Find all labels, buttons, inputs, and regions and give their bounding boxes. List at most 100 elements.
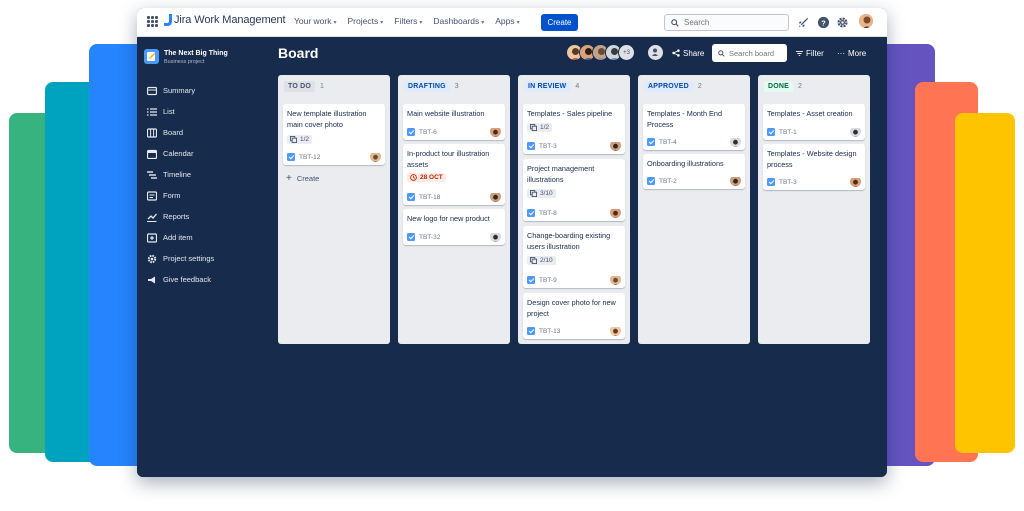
subtasks-icon [530, 190, 537, 197]
sidebar-item-list[interactable]: List [147, 101, 214, 122]
product-logo[interactable]: Jira Work Management [164, 14, 286, 26]
chevron-down-icon: ▾ [481, 20, 485, 26]
project-icon [144, 49, 159, 64]
nav-filters[interactable]: Filters ▾ [394, 16, 422, 26]
product-name: Jira Work Management [174, 14, 286, 26]
task-type-icon [407, 233, 415, 241]
issue-card[interactable]: Templates - Website design process TBT-3 [763, 144, 865, 190]
assignee-avatar[interactable] [850, 176, 861, 187]
assignee-avatar[interactable] [850, 126, 861, 137]
notifications-icon[interactable] [797, 16, 810, 29]
issue-card[interactable]: New logo for new product TBT-32 [403, 209, 505, 245]
issue-card[interactable]: Templates - Sales pipeline 1/2 TBT-3 [523, 104, 625, 154]
assignee-avatar[interactable] [610, 325, 621, 336]
share-button[interactable]: Share [672, 44, 704, 62]
card-title: Design cover photo for new project [527, 298, 616, 318]
issue-card[interactable]: In-product tour illustration assets 28 O… [403, 144, 505, 205]
issue-card[interactable]: Main website illustration TBT-6 [403, 104, 505, 140]
project-header[interactable]: The Next Big Thing Business project [144, 49, 228, 66]
task-type-icon [287, 153, 295, 161]
user-avatar[interactable] [858, 13, 874, 29]
sidebar-item-add-item[interactable]: Add item [147, 227, 214, 248]
issue-key: TBT-9 [539, 276, 557, 284]
issue-key: TBT-2 [659, 177, 677, 185]
sidebar-item-label: Form [163, 191, 181, 200]
issue-card[interactable]: New template illustration main cover pho… [283, 104, 385, 165]
subtasks-icon [530, 257, 537, 264]
sidebar-item-timeline[interactable]: Timeline [147, 164, 214, 185]
create-button[interactable]: Create [541, 14, 578, 31]
more-members-count[interactable]: +3 [618, 44, 635, 61]
user-photo-icon [610, 276, 621, 285]
assignee-avatar[interactable] [490, 126, 501, 137]
user-photo-icon [490, 233, 501, 242]
issue-key: TBT-8 [539, 209, 557, 217]
filter-button[interactable]: Filter [796, 44, 824, 62]
sidebar-item-give-feedback[interactable]: Give feedback [147, 269, 214, 290]
assignee-avatar[interactable] [370, 151, 381, 162]
task-type-icon [527, 209, 535, 217]
chevron-down-icon: ▾ [419, 20, 423, 26]
board-search-input[interactable] [729, 48, 784, 58]
assignee-avatar[interactable] [730, 175, 741, 186]
sidebar-item-summary[interactable]: Summary [147, 80, 214, 101]
nav-dashboards[interactable]: Dashboards ▾ [433, 16, 484, 26]
user-photo-icon [490, 193, 501, 202]
list-icon [147, 107, 157, 116]
chevron-down-icon: ▾ [516, 20, 520, 26]
sidebar-item-project-settings[interactable]: Project settings [147, 248, 214, 269]
help-icon[interactable]: ? [817, 16, 830, 29]
subtask-count: 1/2 [540, 124, 550, 131]
nav-apps[interactable]: Apps ▾ [495, 16, 519, 26]
issue-card[interactable]: Change-boarding existing users illustrat… [523, 226, 625, 288]
issue-key: TBT-3 [779, 178, 797, 186]
board-icon [147, 127, 157, 138]
app-switcher-icon[interactable] [147, 16, 158, 27]
assignee-avatar[interactable] [610, 274, 621, 285]
subtask-count: 3/10 [540, 190, 553, 197]
due-date-badge: 28 OCT [407, 173, 446, 182]
nav-your-work[interactable]: Your work ▾ [294, 16, 337, 26]
issue-card[interactable]: Templates - Month End Process TBT-4 [643, 104, 745, 150]
subtask-progress: 3/10 [527, 189, 556, 198]
subtask-count: 2/10 [540, 257, 553, 264]
column-approved: APPROVED 2 Templates - Month End Process… [638, 75, 750, 344]
sidebar-item-calendar[interactable]: Calendar [147, 143, 214, 164]
form-icon [147, 190, 157, 201]
user-photo-icon [730, 177, 741, 186]
create-issue-button[interactable]: + Create [286, 173, 319, 184]
svg-text:?: ? [821, 18, 826, 27]
column-header: DONE 2 [764, 81, 802, 92]
board-search[interactable] [712, 44, 787, 62]
feedback-icon [148, 276, 155, 283]
assignee-avatar[interactable] [610, 140, 621, 151]
card-title: Onboarding illustrations [647, 159, 724, 168]
assignee-avatar[interactable] [490, 231, 501, 242]
issue-card[interactable]: Templates - Asset creation TBT-1 [763, 104, 865, 140]
assignee-avatar[interactable] [730, 136, 741, 147]
add-people-button[interactable] [648, 45, 663, 60]
search-input[interactable] [684, 18, 784, 27]
chevron-down-icon: ▾ [380, 20, 384, 26]
add-item-icon [147, 232, 157, 243]
sidebar-item-board[interactable]: Board [147, 122, 214, 143]
card-title: In-product tour illustration assets [407, 149, 490, 169]
sidebar-item-form[interactable]: Form [147, 185, 214, 206]
issue-card[interactable]: Project management illustrations 3/10 TB… [523, 159, 625, 221]
assignee-avatar[interactable] [610, 207, 621, 218]
card-title: Templates - Asset creation [767, 109, 853, 118]
nav-projects[interactable]: Projects ▾ [348, 16, 384, 26]
global-search[interactable] [664, 14, 789, 31]
settings-icon[interactable] [836, 16, 849, 29]
issue-card[interactable]: Onboarding illustrations TBT-2 [643, 154, 745, 189]
member-avatars[interactable]: +3 [566, 44, 635, 61]
task-type-icon [407, 128, 415, 136]
task-type-icon [527, 327, 535, 335]
issue-card[interactable]: Design cover photo for new project TBT-1… [523, 293, 625, 339]
sidebar-nav: Summary List Board Calendar Timeline For… [147, 80, 214, 290]
card-footer: TBT-8 [527, 209, 557, 217]
sidebar-item-reports[interactable]: Reports [147, 206, 214, 227]
assignee-avatar[interactable] [490, 191, 501, 202]
column-count: 2 [798, 83, 802, 90]
more-button[interactable]: ··· More [837, 44, 866, 62]
